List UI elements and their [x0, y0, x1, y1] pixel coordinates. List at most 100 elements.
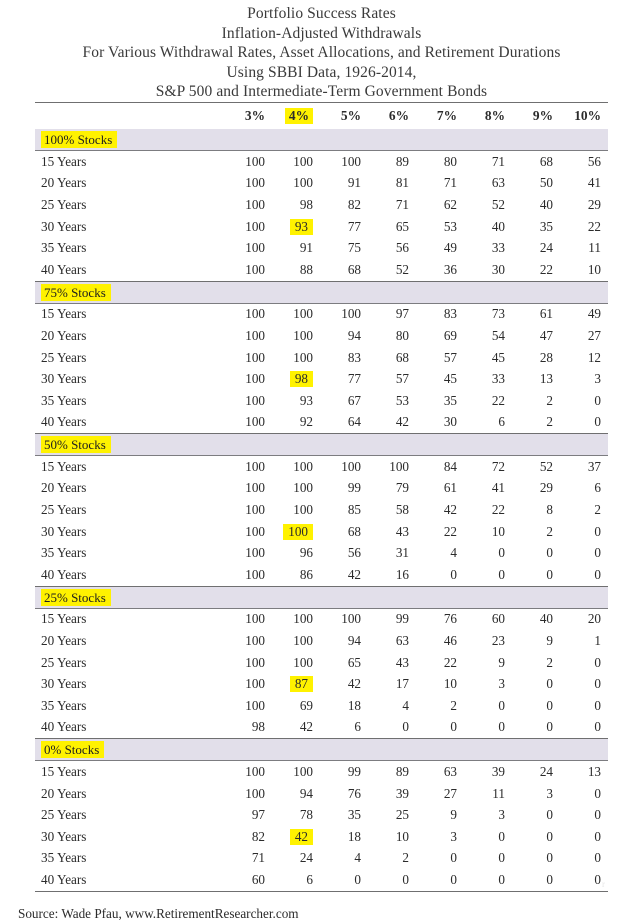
data-cell: 100 — [245, 153, 265, 169]
data-cell: 75 — [347, 240, 361, 256]
data-cell: 10 — [443, 676, 457, 692]
data-cell: 87 — [272, 673, 320, 695]
data-cell: 30 — [443, 414, 457, 430]
data-cell: 63 — [443, 764, 457, 780]
data-cell: 52 — [491, 196, 505, 212]
data-cell: 100 — [245, 697, 265, 713]
table-row: 30 Years 82 42 18 10 3 0 0 0 — [35, 826, 608, 848]
data-cell: 100 — [245, 545, 265, 561]
data-cell: 2 — [546, 414, 553, 430]
data-cell: 45 — [443, 371, 457, 387]
data-cell: 53 — [443, 218, 457, 234]
data-cell: 27 — [443, 785, 457, 801]
data-cell: 93 — [299, 392, 313, 408]
data-cell: 4 — [450, 545, 457, 561]
data-cell: 61 — [539, 306, 553, 322]
data-cell: 100 — [245, 676, 265, 692]
data-cell: 58 — [395, 502, 409, 518]
data-cell: 100 — [245, 480, 265, 496]
data-cell: 98 — [251, 719, 265, 735]
data-cell: 10 — [491, 523, 505, 539]
table-row: 20 Years 100 100 94 63 46 23 9 1 — [35, 630, 608, 652]
data-cell: 18 — [347, 697, 361, 713]
table-row: 20 Years 100 100 94 80 69 54 47 27 — [35, 325, 608, 347]
data-cell: 24 — [539, 764, 553, 780]
data-cell: 0 — [594, 654, 601, 670]
table-row: 25 Years 100 98 82 71 62 52 40 29 — [35, 194, 608, 216]
data-cell: 69 — [443, 327, 457, 343]
data-cell: 22 — [587, 218, 601, 234]
data-cell: 99 — [347, 480, 361, 496]
table-row: 25 Years 97 78 35 25 9 3 0 0 — [35, 804, 608, 826]
table-row: 20 Years 100 94 76 39 27 11 3 0 — [35, 783, 608, 805]
data-cell: 29 — [539, 480, 553, 496]
data-cell: 2 — [546, 654, 553, 670]
table-row: 15 Years 100 100 100 89 80 71 68 56 — [35, 150, 608, 172]
data-cell: 12 — [587, 349, 601, 365]
data-cell: 0 — [546, 807, 553, 823]
data-cell: 60 — [251, 871, 265, 887]
column-header-row: 3% 4% 5% 6% 7% 8% 9% 10% — [35, 103, 608, 129]
data-cell: 39 — [395, 785, 409, 801]
data-cell: 0 — [498, 871, 505, 887]
data-cell: 68 — [395, 349, 409, 365]
data-cell: 89 — [395, 764, 409, 780]
data-cell: 97 — [251, 807, 265, 823]
row-label-35-years: 35 Years — [41, 697, 87, 713]
data-cell: 35 — [347, 807, 361, 823]
data-cell: 100 — [293, 458, 313, 474]
data-cell: 65 — [347, 654, 361, 670]
data-cell: 42 — [299, 719, 313, 735]
data-cell: 100 — [245, 633, 265, 649]
data-cell: 6 — [594, 480, 601, 496]
data-cell: 41 — [491, 480, 505, 496]
data-cell-highlight: 87 — [289, 676, 313, 693]
table-bottom-rule — [35, 891, 608, 892]
data-cell: 94 — [347, 327, 361, 343]
portfolio-success-rates-page: Portfolio Success Rates Inflation-Adjust… — [0, 0, 643, 921]
data-cell: 100 — [245, 611, 265, 627]
section-band-75-stocks: 75% Stocks — [35, 281, 608, 304]
data-cell: 100 — [293, 349, 313, 365]
data-cell: 85 — [347, 502, 361, 518]
row-label-20-years: 20 Years — [41, 633, 87, 649]
data-cell: 77 — [347, 218, 361, 234]
data-cell: 100 — [245, 764, 265, 780]
section-band-cell: 0% Stocks — [35, 739, 608, 762]
title-line-5: S&P 500 and Intermediate-Term Government… — [155, 83, 488, 101]
data-cell: 100 — [245, 175, 265, 191]
data-cell: 68 — [347, 523, 361, 539]
column-header-5pct: 5% — [340, 107, 361, 123]
data-cell: 43 — [395, 523, 409, 539]
row-label-40-years: 40 Years — [41, 871, 87, 887]
data-cell: 98 — [272, 368, 320, 390]
data-cell: 80 — [395, 327, 409, 343]
data-cell: 0 — [594, 414, 601, 430]
data-cell: 40 — [539, 196, 553, 212]
data-cell: 100 — [245, 261, 265, 277]
data-cell: 22 — [539, 261, 553, 277]
section-label: 0% Stocks — [41, 741, 105, 759]
data-cell: 29 — [587, 196, 601, 212]
data-cell: 100 — [245, 458, 265, 474]
row-label-20-years: 20 Years — [41, 480, 87, 496]
data-cell: 100 — [293, 327, 313, 343]
data-cell: 100 — [389, 458, 409, 474]
data-cell: 6 — [354, 719, 361, 735]
data-cell: 0 — [498, 719, 505, 735]
data-cell: 17 — [395, 676, 409, 692]
table-row: 40 Years 60 6 0 0 0 0 0 0 — [35, 869, 608, 891]
section-band-25-stocks: 25% Stocks — [35, 586, 608, 609]
row-label-25-years: 25 Years — [41, 807, 87, 823]
data-cell: 4 — [402, 697, 409, 713]
data-cell: 30 — [491, 261, 505, 277]
row-label-15-years: 15 Years — [41, 306, 87, 322]
data-cell: 100 — [245, 392, 265, 408]
row-label-15-years: 15 Years — [41, 153, 87, 169]
data-cell: 100 — [341, 306, 361, 322]
row-label-30-years: 30 Years — [41, 371, 87, 387]
row-label-40-years: 40 Years — [41, 414, 87, 430]
data-cell: 100 — [245, 349, 265, 365]
data-cell: 57 — [443, 349, 457, 365]
data-cell: 82 — [251, 828, 265, 844]
